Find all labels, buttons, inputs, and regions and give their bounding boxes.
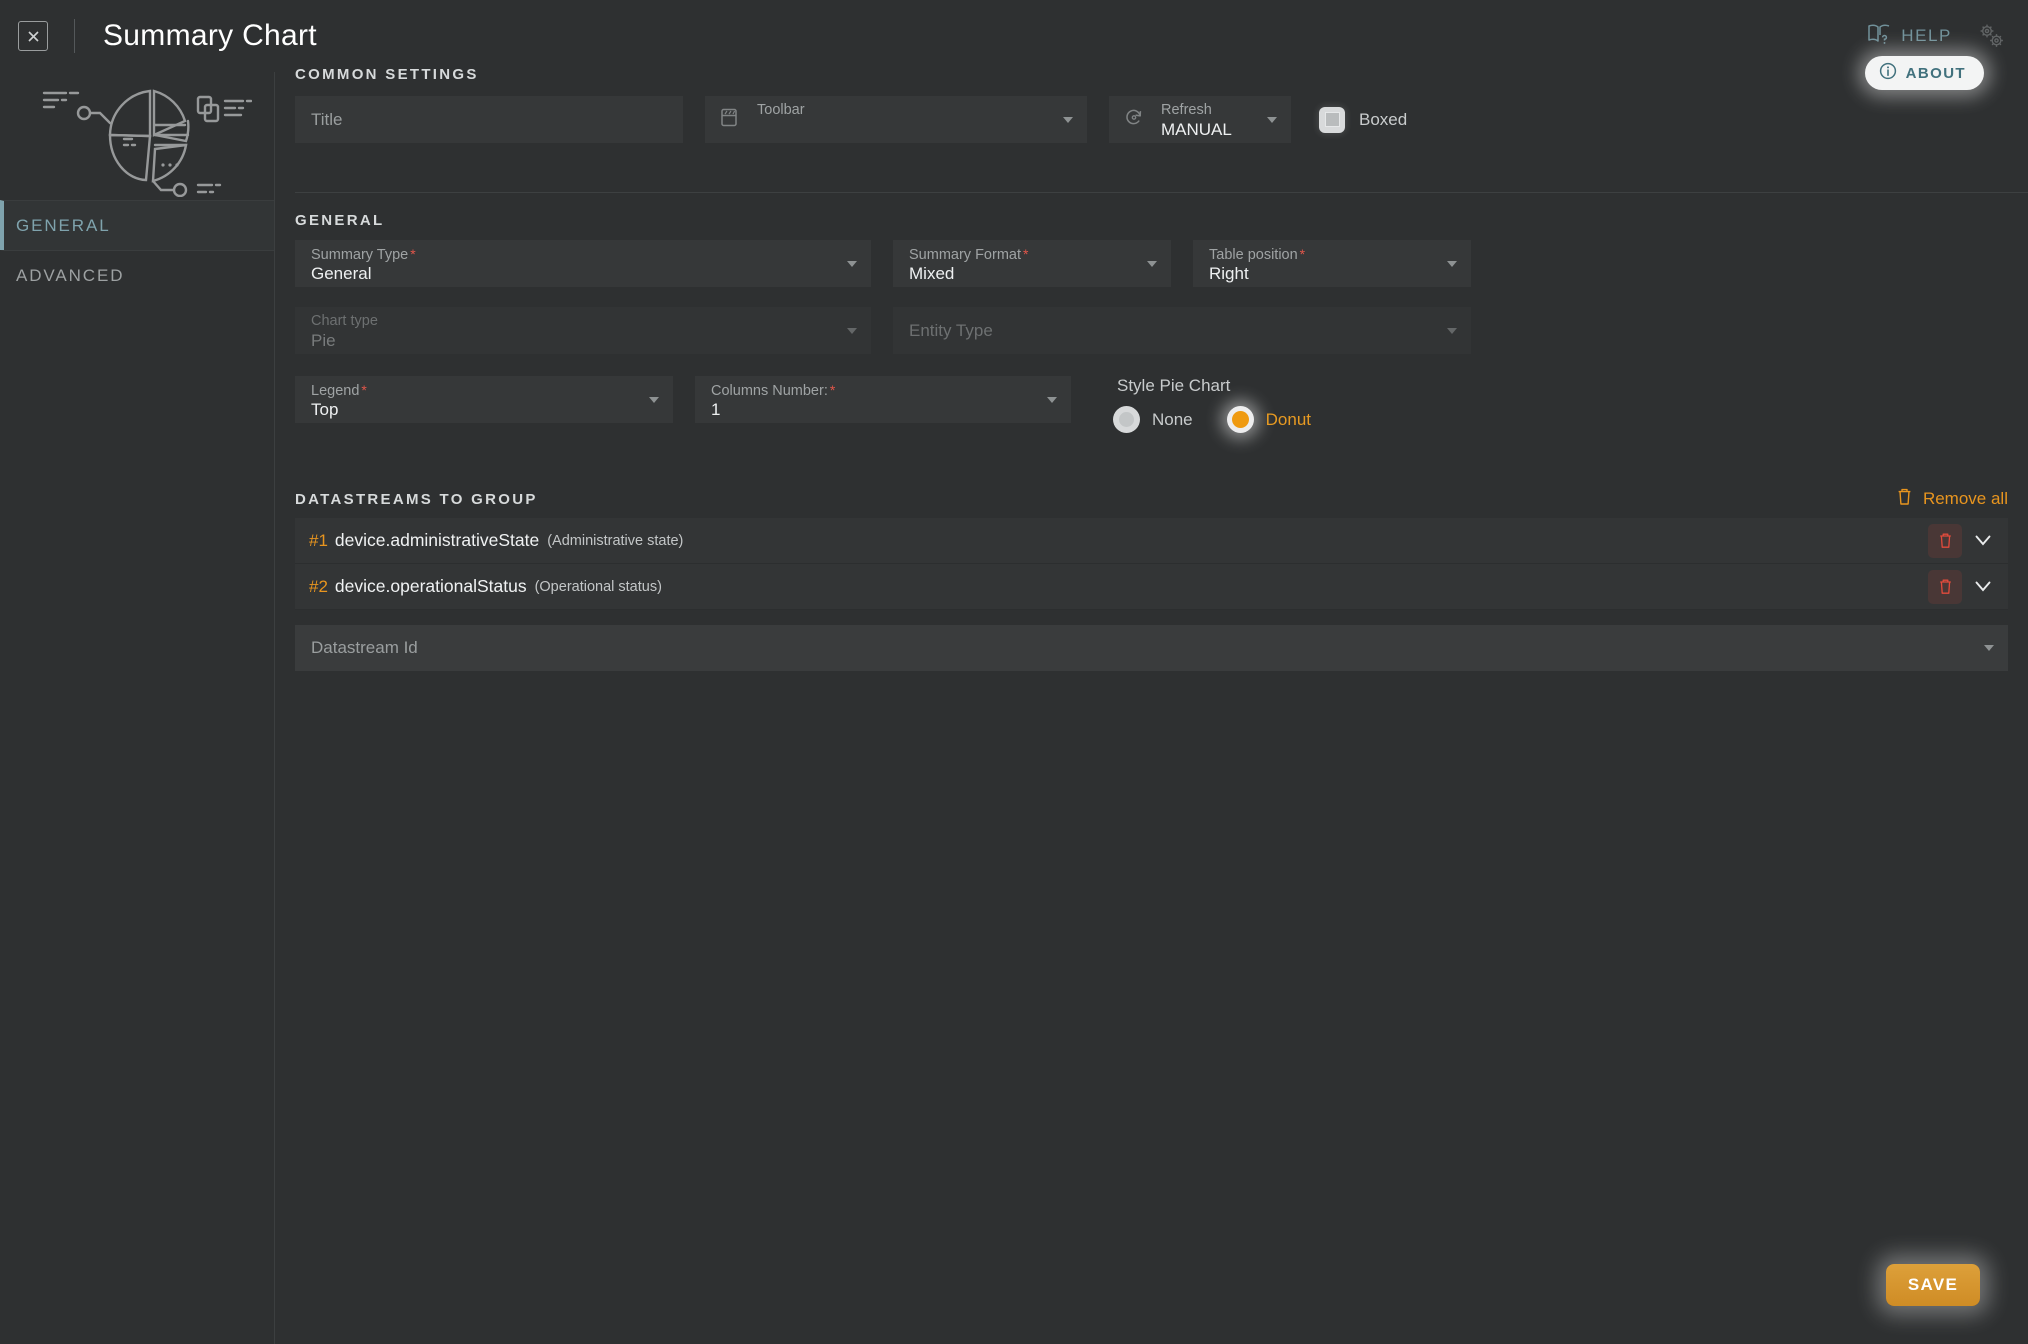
general-row-3: Legend * Top Columns Number: * 1 Style Pie… [295,376,2008,433]
chevron-down-icon [1147,260,1157,267]
refresh-icon [1123,106,1145,133]
radio-label: None [1152,409,1193,429]
pie-chart-illustration [0,72,274,198]
summary-format-value: Mixed [909,264,955,283]
chevron-down-icon [847,327,857,334]
table-row[interactable]: #1 device.administrativeState (Administr… [295,518,2008,564]
radio-label: Donut [1265,409,1312,429]
sidebar-item-advanced[interactable]: ADVANCED [0,250,274,300]
style-pie-chart-title: Style Pie Chart [1117,376,1231,395]
summary-chart-config-window: Summary Chart HELP GENERAL ADVANCED COMM… [0,0,2028,1344]
title-placeholder: Title [311,109,343,129]
refresh-value: MANUAL [1161,120,1232,139]
entity-type-placeholder: Entity Type [909,320,993,340]
chevron-down-icon [649,396,659,403]
toolbar-window-icon [719,106,739,133]
save-label: SAVE [1907,1275,1959,1294]
datastream-id-placeholder: Datastream Id [311,638,418,657]
table-position-value: Right [1209,264,1249,283]
chart-type-label: Chart type [311,313,378,329]
toolbar-select[interactable]: Toolbar [705,96,1087,143]
chevron-down-icon[interactable] [1970,526,1996,556]
summary-type-label: Summary Type * [311,246,416,263]
chart-type-value: Pie [311,331,336,350]
boxed-label: Boxed [1359,109,1408,129]
style-pie-chart-options: None Donut [1113,406,1311,433]
datastream-description: (Administrative state) [547,532,684,549]
general-row-2: Chart type Pie Entity Type [295,307,2008,354]
datastream-name: device.administrativeState [334,530,540,550]
trash-icon [1896,487,1913,511]
chevron-down-icon [1447,260,1457,267]
boxed-checkbox[interactable] [1319,106,1345,133]
radio-circle-icon [1113,406,1140,433]
content-area: COMMON SETTINGS ABOUT Title Toolbar Refr… [275,0,2028,1344]
table-row[interactable]: #2 device.operationalStatus (Operational… [295,564,2008,610]
chevron-down-icon [1984,645,1994,651]
row-actions [1928,569,1996,604]
table-position-select[interactable]: Table position * Right [1193,240,1471,287]
legend-select[interactable]: Legend * Top [295,376,673,423]
datastream-index: #2 [309,576,328,596]
row-actions [1928,523,1996,558]
entity-type-select: Entity Type [893,307,1471,354]
close-icon[interactable] [18,21,48,51]
section-divider [295,192,2028,193]
datastream-description: (Operational status) [534,578,662,595]
chevron-down-icon [847,260,857,267]
legend-value: Top [311,400,339,419]
general-heading: GENERAL [295,212,385,229]
radio-style-none[interactable]: None [1113,406,1193,433]
chevron-down-icon[interactable] [1970,572,1996,602]
datastream-id-select[interactable]: Datastream Id [295,625,2008,671]
chevron-down-icon [1267,116,1277,123]
left-panel: GENERAL ADVANCED [0,72,275,1344]
summary-type-select[interactable]: Summary Type * General [295,240,871,287]
remove-all-button[interactable]: Remove all [1896,487,2008,511]
refresh-label: Refresh [1161,102,1212,118]
radio-style-donut[interactable]: Donut [1226,406,1312,433]
datastream-index: #1 [309,530,328,550]
sidebar-item-general[interactable]: GENERAL [0,200,274,250]
summary-format-select[interactable]: Summary Format * Mixed [893,240,1171,287]
about-button[interactable]: ABOUT [1864,56,1984,90]
summary-format-label: Summary Format * [909,246,1029,263]
sidebar-tabs: GENERAL ADVANCED [0,200,274,300]
chevron-down-icon [1063,116,1073,123]
title-input[interactable]: Title [295,96,683,143]
columns-number-value: 1 [711,400,721,419]
about-label: ABOUT [1905,64,1966,82]
refresh-select[interactable]: Refresh MANUAL [1109,96,1291,143]
radio-circle-selected-icon [1226,406,1254,433]
delete-datastream-button[interactable] [1928,569,1962,604]
boxed-checkbox-group: Boxed [1319,106,1408,133]
sidebar-item-label: ADVANCED [16,265,125,285]
datastream-name: device.operationalStatus [334,576,527,596]
general-row-1: Summary Type * General Summary Format * Mi… [295,240,2008,287]
chevron-down-icon [1447,327,1457,334]
info-circle-icon [1879,62,1897,84]
legend-label: Legend * [311,382,367,399]
datastreams-header: DATASTREAMS TO GROUP Remove all [295,487,2008,511]
table-position-label: Table position * [1209,246,1306,263]
save-button[interactable]: SAVE [1886,1264,1980,1306]
chevron-down-icon [1047,396,1057,403]
remove-all-label: Remove all [1922,489,2008,508]
datastreams-list: #1 device.administrativeState (Administr… [295,518,2008,671]
toolbar-label: Toolbar [757,102,805,118]
sidebar-item-label: GENERAL [16,215,111,235]
header-divider [74,19,75,53]
chart-type-select: Chart type Pie [295,307,871,354]
columns-number-label: Columns Number: * [711,382,836,399]
datastreams-heading: DATASTREAMS TO GROUP [295,490,538,508]
common-settings-row: Title Toolbar Refresh MANUAL Boxed [295,96,2008,143]
checkbox-mark [1324,112,1340,127]
style-pie-chart-group: Style Pie Chart None Donut [1093,376,1311,433]
summary-type-value: General [311,264,372,283]
columns-number-select[interactable]: Columns Number: * 1 [695,376,1071,423]
common-settings-heading: COMMON SETTINGS [295,66,479,83]
delete-datastream-button[interactable] [1928,523,1962,558]
